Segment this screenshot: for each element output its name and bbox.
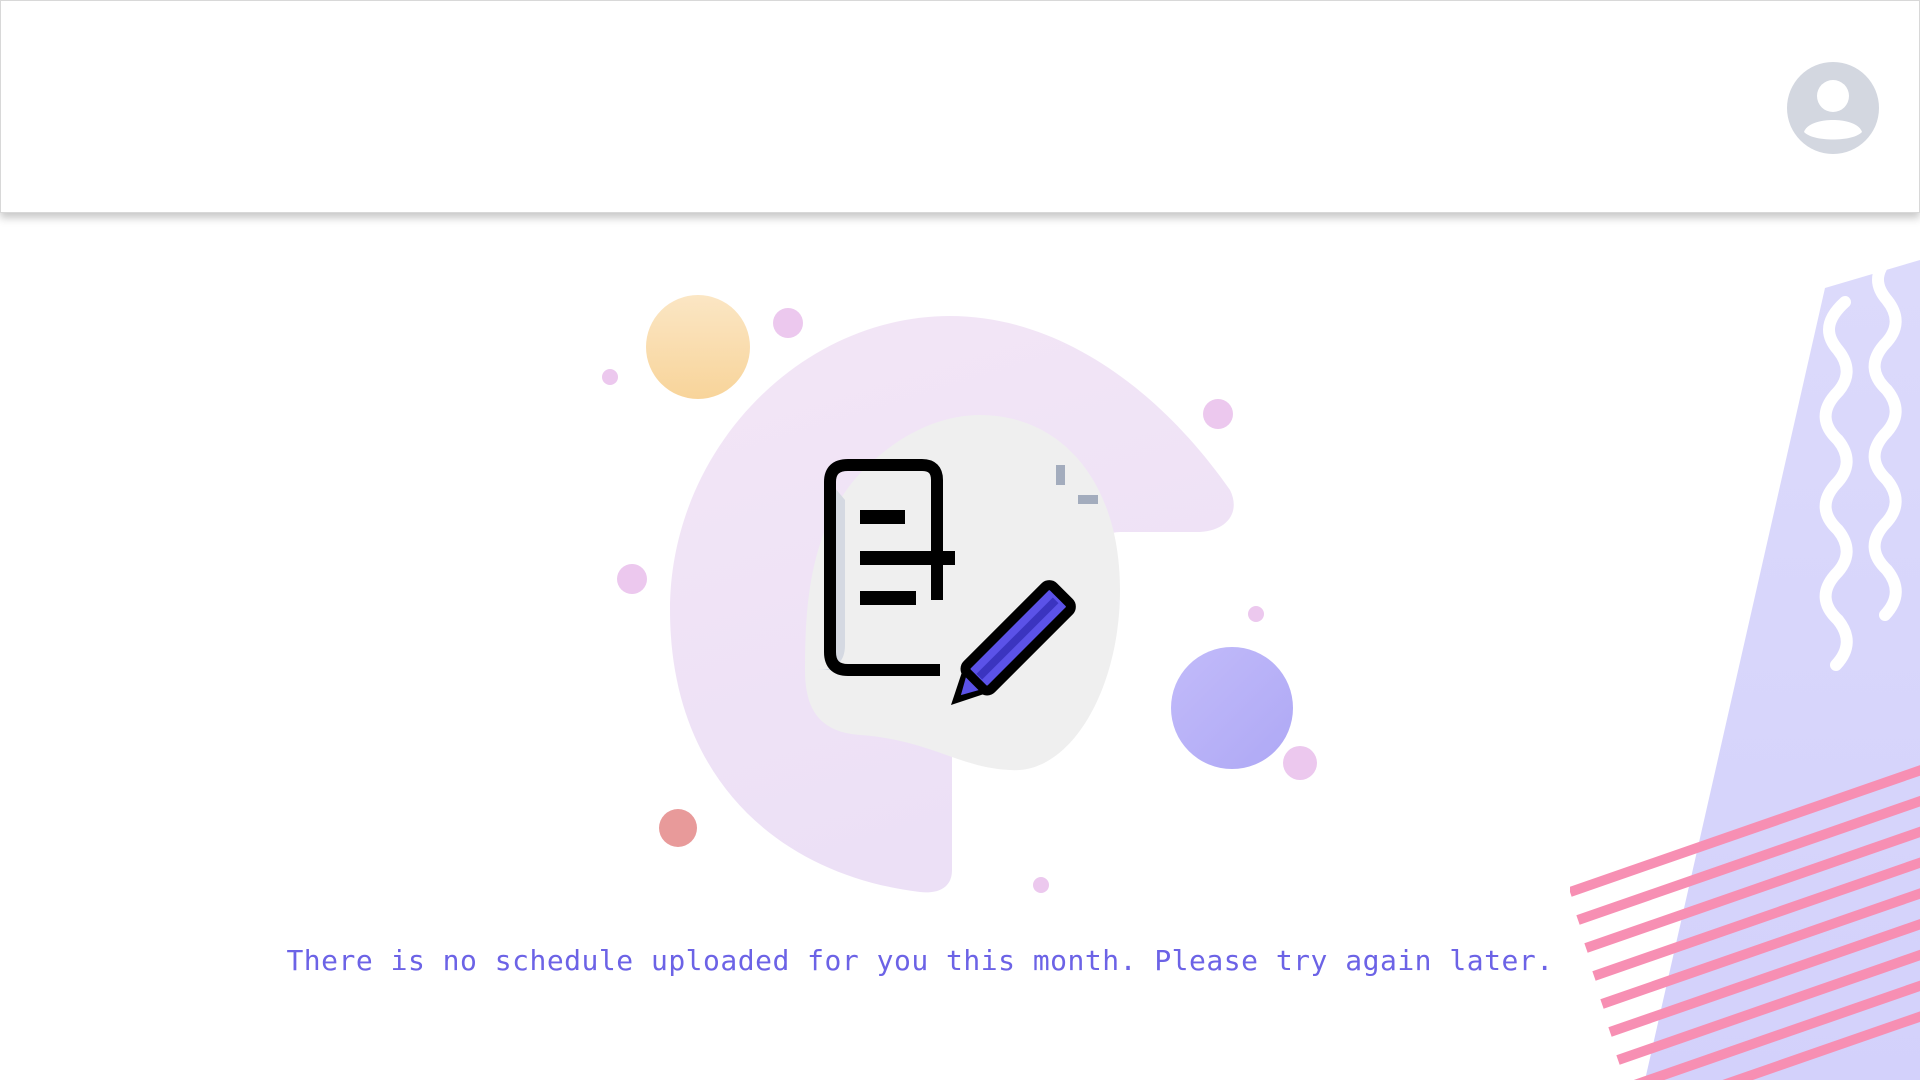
page: There is no schedule uploaded for you th… xyxy=(0,0,1920,1080)
sparkle-mark xyxy=(1078,495,1098,504)
user-circle-icon xyxy=(1787,62,1879,154)
pink-dot xyxy=(1248,606,1264,622)
orange-circle xyxy=(646,295,750,399)
empty-state-message: There is no schedule uploaded for you th… xyxy=(286,944,1554,977)
pink-dot xyxy=(773,308,803,338)
pink-dot xyxy=(1033,877,1049,893)
sparkle-mark xyxy=(1056,465,1065,485)
user-profile-button[interactable] xyxy=(1787,62,1879,154)
top-header-bar xyxy=(0,0,1920,213)
pink-dot xyxy=(602,369,618,385)
pink-dot xyxy=(1203,399,1233,429)
pink-dot xyxy=(617,564,647,594)
empty-schedule-illustration xyxy=(580,270,1340,910)
pink-dot xyxy=(1283,746,1317,780)
red-dot xyxy=(659,809,697,847)
purple-bubble xyxy=(1171,647,1293,769)
